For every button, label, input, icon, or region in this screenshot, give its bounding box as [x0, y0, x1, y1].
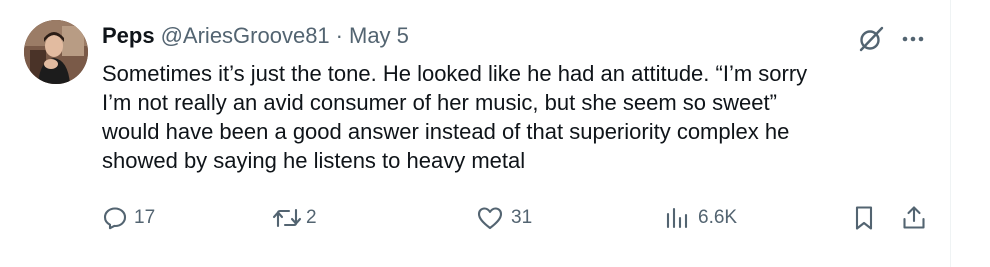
column-divider [950, 0, 951, 267]
heart-icon [476, 205, 504, 231]
avatar[interactable] [24, 20, 88, 84]
avatar-image [24, 20, 88, 84]
reply-count: 17 [134, 207, 156, 228]
author-handle[interactable]: @AriesGroove81 [161, 23, 330, 49]
reply-button[interactable]: 17 [102, 200, 155, 236]
tweet-header: Peps @AriesGroove81 · May 5 [102, 22, 409, 50]
tweet[interactable]: Peps @AriesGroove81 · May 5 Sometimes it… [0, 0, 950, 267]
views-icon [664, 205, 690, 231]
tweet-text: Sometimes it’s just the tone. He looked … [102, 61, 808, 173]
share-button[interactable] [901, 200, 927, 236]
header-separator: · [335, 23, 343, 48]
view-count: 6.6K [698, 207, 738, 228]
reply-icon [102, 205, 128, 231]
tweet-action-bar: 17 2 31 6.6K [0, 200, 950, 236]
share-icon [901, 204, 927, 232]
retweet-icon [272, 205, 302, 231]
like-button[interactable]: 31 [476, 200, 532, 236]
retweet-button[interactable]: 2 [272, 200, 317, 236]
views-button[interactable]: 6.6K [664, 200, 737, 236]
grok-icon[interactable] [856, 24, 886, 54]
bookmark-icon [852, 204, 876, 232]
tweet-date[interactable]: May 5 [349, 23, 409, 49]
like-count: 31 [511, 207, 533, 228]
retweet-count: 2 [306, 207, 317, 228]
author-display-name[interactable]: Peps [102, 23, 155, 49]
bookmark-button[interactable] [852, 200, 876, 236]
more-dots-icon[interactable] [898, 24, 928, 54]
